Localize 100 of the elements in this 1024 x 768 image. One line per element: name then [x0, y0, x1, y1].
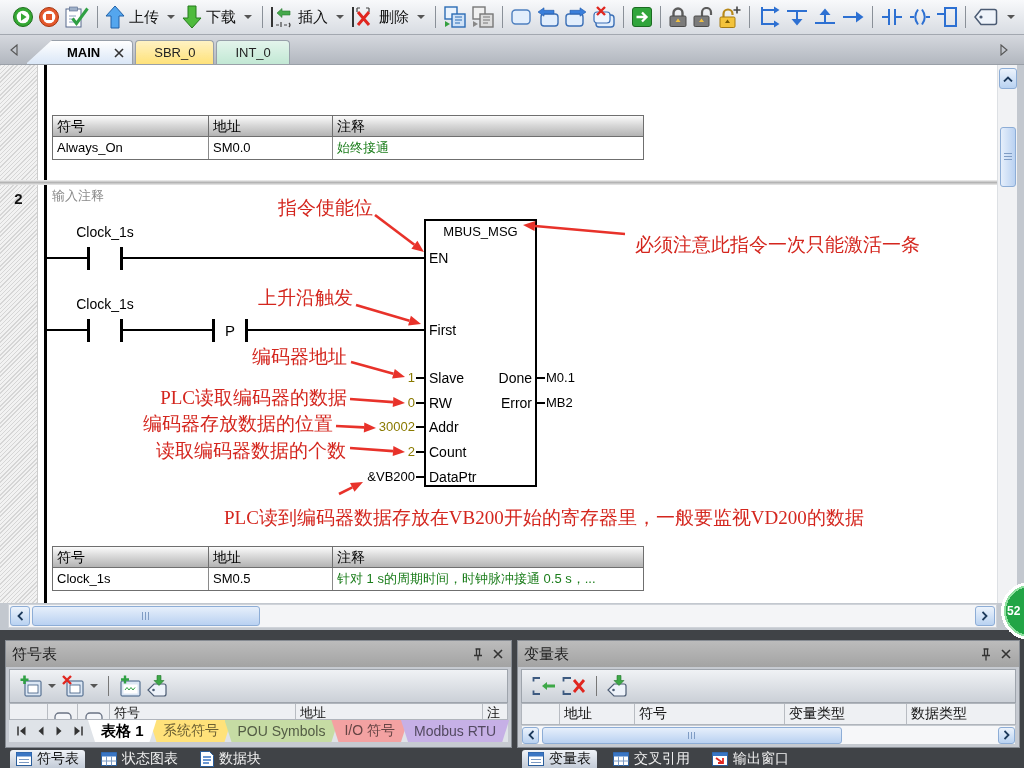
scroll-right-button[interactable] — [975, 605, 995, 626]
annotation-arrow — [374, 214, 424, 252]
panel-title: 符号表 — [12, 644, 57, 664]
pin-label: Addr — [429, 418, 459, 436]
caret-icon[interactable] — [167, 15, 175, 19]
dock-tab[interactable]: 交叉引用 — [607, 750, 696, 768]
upload-button[interactable]: 上传 — [105, 4, 159, 30]
scroll-left-button[interactable] — [10, 605, 30, 626]
scroll-right-button[interactable] — [998, 726, 1015, 744]
scrollbar-thumb[interactable] — [32, 605, 260, 626]
skip-forward-icon[interactable] — [74, 726, 83, 736]
pin-label: Count — [429, 443, 467, 461]
contact — [87, 319, 123, 342]
annotation-text: 读取编码器数据的个数 — [156, 440, 346, 462]
contact-icon[interactable] — [881, 8, 903, 26]
lock-icon[interactable] — [669, 7, 687, 27]
triangle-right-icon[interactable] — [56, 726, 62, 736]
annotation-text: 指令使能位 — [278, 197, 373, 219]
tag-arrow-icon[interactable] — [147, 675, 167, 697]
column-header: 符号 — [635, 704, 785, 724]
chevron-right-icon — [1003, 730, 1010, 740]
chevron-up-icon — [1002, 75, 1013, 82]
annotation-text: 编码器存放数据的位置 — [143, 413, 333, 435]
pin-label: EN — [429, 249, 449, 267]
editor-tab[interactable]: INT_0 — [216, 40, 290, 64]
box-arrow-left-icon[interactable] — [537, 7, 559, 27]
table-x-icon[interactable] — [62, 675, 84, 697]
pin-label: Slave — [429, 369, 465, 387]
coil-icon[interactable] — [909, 8, 931, 26]
dock-tab[interactable]: 变量表 — [522, 750, 597, 768]
column-header: 变量类型 — [785, 704, 907, 724]
table-wave-icon[interactable] — [119, 675, 141, 697]
editor-tab[interactable]: MAIN — [26, 40, 134, 64]
insert-button[interactable]: 插入 — [270, 4, 328, 30]
caret-icon[interactable] — [244, 15, 252, 19]
annotation-text: 编码器地址 — [252, 346, 347, 368]
lock-plus-icon[interactable] — [719, 6, 741, 28]
sheet-tab[interactable]: 表格 1 — [88, 720, 157, 742]
column-header: 地址 — [209, 547, 333, 568]
caret-icon[interactable] — [1007, 15, 1015, 19]
pin-label: Done — [498, 369, 532, 387]
scroll-left-button[interactable] — [522, 726, 539, 744]
column-header: 注释 — [333, 116, 643, 137]
box-icon[interactable] — [937, 7, 957, 27]
annotation-note: PLC读到编码器数据存放在VB200开始的寄存器里，一般要监视VD200的数据 — [224, 507, 864, 529]
network-comment: 输入注释 — [52, 187, 104, 205]
triangle-left-icon[interactable] — [38, 726, 44, 736]
column-header: 地址 — [209, 116, 333, 137]
caret-icon[interactable] — [417, 15, 425, 19]
branch-arrows-icon[interactable] — [758, 6, 780, 28]
close-icon[interactable] — [493, 649, 503, 659]
pin-label: Error — [500, 394, 532, 412]
caret-icon[interactable] — [90, 684, 98, 688]
skip-back-icon[interactable] — [17, 726, 26, 736]
line-arrow-down-icon[interactable] — [786, 8, 808, 26]
caret-icon[interactable] — [48, 684, 56, 688]
pin-value: 1 — [407, 369, 415, 387]
column-header: 数据类型 — [910, 704, 968, 723]
pin-icon[interactable] — [981, 647, 991, 661]
editor-tab[interactable]: SBR_0 — [135, 40, 215, 64]
annotation-text: 必须注意此指令一次只能激活一条 — [635, 234, 920, 256]
rounded-rect-icon[interactable] — [511, 9, 531, 25]
dock-tab[interactable]: 数据块 — [194, 750, 267, 768]
column-header: 符号 — [53, 116, 209, 137]
wire — [47, 329, 87, 331]
table-icon — [16, 752, 32, 766]
download-button[interactable]: 下载 — [182, 4, 236, 30]
annotation-arrow — [349, 446, 405, 457]
tag-arrow-icon[interactable] — [607, 675, 627, 697]
arrow-right-icon[interactable] — [842, 11, 864, 23]
box-arrow-right-icon[interactable] — [565, 7, 587, 27]
table-plus-icon[interactable] — [20, 675, 42, 697]
grid-icon — [101, 752, 117, 766]
stop-icon[interactable] — [39, 7, 59, 27]
delete-button[interactable]: 删除 — [351, 4, 409, 30]
pin-icon[interactable] — [473, 647, 483, 661]
dock-tab[interactable]: 状态图表 — [95, 750, 184, 768]
line-arrow-up-icon[interactable] — [814, 8, 836, 26]
triangle-left-icon[interactable] — [10, 43, 18, 56]
arrow-square-icon[interactable] — [632, 7, 652, 27]
close-icon[interactable] — [114, 47, 125, 58]
wire — [47, 257, 87, 259]
tag-icon[interactable] — [974, 8, 998, 26]
sheet-tab[interactable]: Modbus RTU — [401, 720, 510, 742]
row-insert-icon[interactable] — [532, 676, 556, 696]
triangle-right-icon[interactable] — [1000, 43, 1008, 56]
document-check-icon[interactable] — [65, 6, 89, 28]
dock-tab[interactable]: 输出窗口 — [706, 750, 795, 768]
box-x-icon[interactable] — [593, 6, 615, 28]
scrollbar-thumb[interactable] — [542, 726, 842, 744]
network-blocks-icon[interactable] — [444, 6, 466, 28]
network-blocks-icon[interactable] — [472, 6, 494, 28]
caret-icon[interactable] — [336, 15, 344, 19]
scroll-up-button[interactable] — [998, 68, 1017, 89]
unlock-icon[interactable] — [693, 7, 713, 27]
dock-tab[interactable]: 符号表 — [10, 750, 85, 768]
row-delete-icon[interactable] — [562, 676, 586, 696]
scrollbar-thumb[interactable] — [999, 127, 1016, 187]
run-icon[interactable] — [13, 7, 33, 27]
close-icon[interactable] — [1001, 649, 1011, 659]
